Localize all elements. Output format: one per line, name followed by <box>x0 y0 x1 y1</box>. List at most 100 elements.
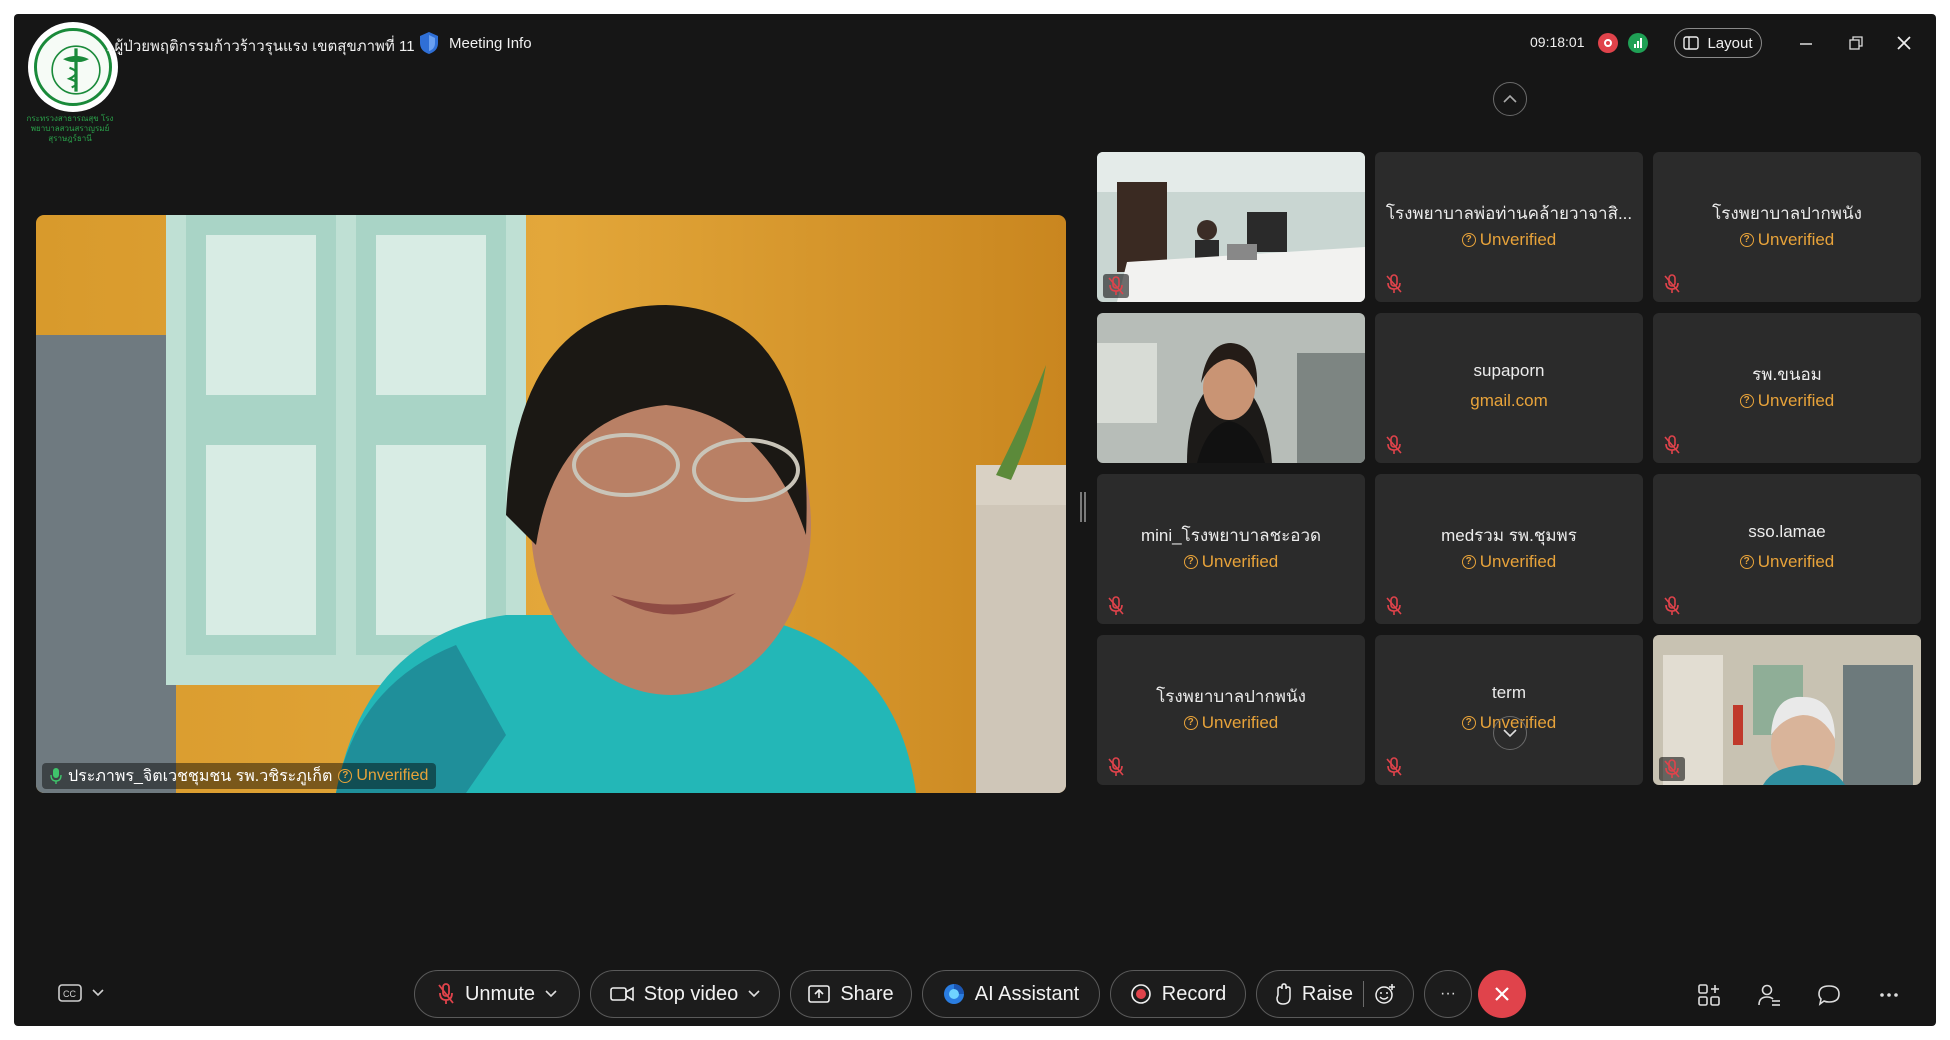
main-speaker-video[interactable]: ประภาพร_จิตเวชชุมชน รพ.วชิระภูเก็ต ? Unv… <box>36 215 1066 793</box>
more-options-button[interactable]: ··· <box>1424 970 1472 1018</box>
layout-icon <box>1683 36 1700 50</box>
more-panels-button[interactable] <box>1874 980 1904 1010</box>
muted-microphone-icon <box>1659 757 1685 781</box>
participant-tile[interactable]: โรงพยาบาลพ่อท่านคล้ายวาจาสิ...? Unverifie… <box>1375 152 1643 302</box>
raise-hand-button[interactable]: Raise <box>1256 970 1414 1018</box>
participant-name: medรวม รพ.ชุมพร <box>1441 526 1577 545</box>
participant-status: ? Unverified <box>1653 391 1921 411</box>
scroll-up-button[interactable] <box>1493 82 1527 116</box>
participant-name: supaporn <box>1473 361 1545 380</box>
unmute-label: Unmute <box>464 982 536 1005</box>
chat-bubble-icon <box>1818 985 1840 1006</box>
meeting-title: ...ผู้ป่วยพฤติกรรมก้าวร้าวรุนแรง เขตสุขภ… <box>102 38 415 55</box>
video-camera-icon <box>609 986 634 1002</box>
minimize-icon <box>1800 43 1812 45</box>
unverified-icon: ? <box>1461 555 1476 569</box>
recording-indicator-icon[interactable] <box>1598 33 1618 53</box>
close-icon <box>1897 36 1911 50</box>
minimize-button[interactable] <box>1788 28 1824 58</box>
participant-tile[interactable]: โรงพยาบาลปากพนัง ? Unverified <box>1097 635 1365 785</box>
speaker-name: ประภาพร_จิตเวชชุมชน รพ.วชิระภูเก็ต <box>68 767 333 785</box>
participant-name: sso.lamae <box>1748 522 1826 541</box>
scroll-down-button[interactable] <box>1493 716 1527 750</box>
participant-tile[interactable]: sso.lamae ? Unverified <box>1653 474 1921 624</box>
participant-tile[interactable] <box>1653 635 1921 785</box>
network-signal-icon[interactable] <box>1628 33 1648 53</box>
participant-status-text: Unverified <box>1479 552 1557 571</box>
participant-status: ? Unverified <box>1097 713 1365 733</box>
reactions-icon[interactable] <box>1374 983 1396 1005</box>
layout-label: Layout <box>1707 34 1753 52</box>
leave-meeting-button[interactable] <box>1478 970 1526 1018</box>
unverified-icon: ? <box>338 769 353 783</box>
participant-status-text: Unverified <box>1757 230 1835 249</box>
close-button[interactable] <box>1886 28 1922 58</box>
ai-assistant-label: AI Assistant <box>974 982 1080 1005</box>
restore-icon <box>1849 36 1863 50</box>
meeting-info-label: Meeting Info <box>449 34 532 52</box>
participant-status: ? Unverified <box>1375 230 1643 250</box>
unverified-icon: ? <box>1461 716 1476 730</box>
muted-microphone-icon <box>1103 274 1129 298</box>
participant-tile[interactable]: โรงพยาบาลปากพนัง? Unverified <box>1653 152 1921 302</box>
participant-name: รพ.ขนอม <box>1752 365 1822 384</box>
participant-video <box>1097 313 1365 463</box>
layout-button[interactable]: Layout <box>1674 28 1762 58</box>
chevron-up-icon <box>1503 94 1517 103</box>
unverified-icon: ? <box>1461 233 1476 247</box>
muted-microphone-icon <box>1385 757 1407 779</box>
participant-status-text: Unverified <box>1479 230 1557 249</box>
meeting-clock: 09:18:01 <box>1530 34 1585 50</box>
participant-tile[interactable]: รพ.ขนอม ? Unverified <box>1653 313 1921 463</box>
record-button[interactable]: Record <box>1110 970 1246 1018</box>
participant-tile[interactable]: mini_โรงพยาบาลชะอวด? Unverified <box>1097 474 1365 624</box>
apps-button[interactable] <box>1694 980 1724 1010</box>
muted-microphone-icon <box>1385 435 1407 457</box>
shield-icon <box>420 32 438 54</box>
muted-microphone-icon <box>1107 757 1129 779</box>
end-call-icon <box>1495 987 1509 1001</box>
stop-video-button[interactable]: Stop video <box>590 970 780 1018</box>
participant-name: โรงพยาบาลปากพนัง <box>1156 687 1306 706</box>
microphone-icon <box>50 768 62 784</box>
participant-tile[interactable]: medรวม รพ.ชุมพร? Unverified <box>1375 474 1643 624</box>
meeting-window: กระทรวงสาธารณสุข โรงพยาบาลสวนสราญรมย์ สุ… <box>14 14 1936 1026</box>
participant-name: term <box>1492 683 1526 702</box>
speaker-status: ? Unverified <box>338 767 428 785</box>
apps-icon <box>1698 984 1720 1006</box>
participant-tile[interactable]: supaporn gmail.com <box>1375 313 1643 463</box>
speaker-name-label: ประภาพร_จิตเวชชุมชน รพ.วชิระภูเก็ต ? Unv… <box>42 763 437 789</box>
speaker-status-text: Unverified <box>356 767 429 784</box>
participant-status: ? Unverified <box>1653 552 1921 572</box>
share-button[interactable]: Share <box>790 970 912 1018</box>
ellipsis-icon <box>1880 993 1898 997</box>
participants-button[interactable] <box>1754 980 1784 1010</box>
muted-microphone-icon <box>1663 435 1685 457</box>
chevron-down-icon <box>1503 729 1517 738</box>
chevron-down-icon <box>748 990 760 998</box>
participant-status-text: Unverified <box>1757 391 1835 410</box>
raise-separator <box>1363 981 1365 1007</box>
chevron-down-icon <box>545 990 557 998</box>
unmute-button[interactable]: Unmute <box>414 970 580 1018</box>
share-label: Share <box>840 982 894 1005</box>
unverified-icon: ? <box>1739 555 1754 569</box>
more-options-label: ··· <box>1440 985 1456 1002</box>
participant-tile[interactable]: term? Unverified <box>1375 635 1643 785</box>
participant-tile[interactable] <box>1097 152 1365 302</box>
raise-hand-icon <box>1276 983 1291 1005</box>
participants-icon <box>1758 984 1780 1006</box>
participant-grid: โรงพยาบาลพ่อท่านคล้ายวาจาสิ...? Unverifie… <box>1097 152 1921 790</box>
participant-tile[interactable] <box>1097 313 1365 463</box>
unverified-icon: ? <box>1183 716 1198 730</box>
participant-name: โรงพยาบาลพ่อท่านคล้ายวาจาสิ... <box>1385 204 1633 223</box>
meeting-info-button[interactable]: Meeting Info <box>419 30 532 56</box>
captions-button[interactable]: CC <box>58 984 104 1002</box>
restore-button[interactable] <box>1838 28 1874 58</box>
chevron-down-icon <box>92 989 104 997</box>
chat-button[interactable] <box>1814 980 1844 1010</box>
ai-assistant-button[interactable]: AI Assistant <box>922 970 1100 1018</box>
panel-resize-handle[interactable] <box>1080 492 1086 522</box>
participant-email-domain: gmail.com <box>1375 391 1643 411</box>
ai-assistant-icon <box>943 984 964 1004</box>
